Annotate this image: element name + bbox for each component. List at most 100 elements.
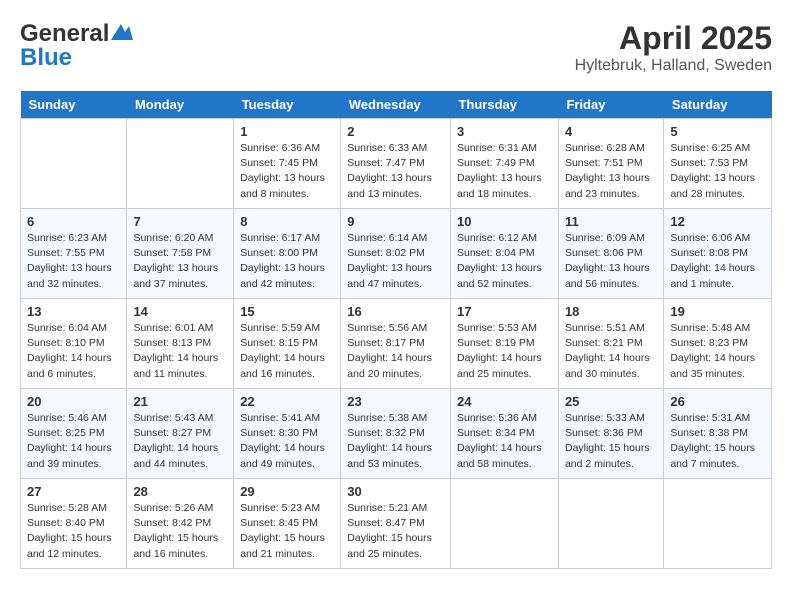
calendar-cell: 3Sunrise: 6:31 AM Sunset: 7:49 PM Daylig… — [450, 119, 558, 209]
day-info: Sunrise: 6:01 AM Sunset: 8:13 PM Dayligh… — [133, 321, 227, 382]
day-number: 6 — [27, 214, 120, 229]
day-info: Sunrise: 5:28 AM Sunset: 8:40 PM Dayligh… — [27, 501, 120, 562]
logo-blue: Blue — [20, 44, 72, 72]
day-info: Sunrise: 5:21 AM Sunset: 8:47 PM Dayligh… — [347, 501, 444, 562]
calendar-table: SundayMondayTuesdayWednesdayThursdayFrid… — [20, 91, 772, 569]
day-number: 9 — [347, 214, 444, 229]
calendar-cell — [21, 119, 127, 209]
day-number: 13 — [27, 304, 120, 319]
calendar-cell: 1 Sunrise: 6:36 AM Sunset: 7:45 PM Daylig… — [234, 119, 341, 209]
calendar-week-2: 6 Sunrise: 6:23 AM Sunset: 7:55 PM Daylig… — [21, 209, 772, 299]
weekday-header-row: SundayMondayTuesdayWednesdayThursdayFrid… — [21, 91, 772, 119]
calendar-week-4: 20 Sunrise: 5:46 AM Sunset: 8:25 PM Dayli… — [21, 389, 772, 479]
day-info: Sunrise: 5:48 AM Sunset: 8:23 PM Dayligh… — [670, 321, 765, 382]
day-info: Sunrise: 6:25 AM Sunset: 7:53 PM Dayligh… — [670, 141, 765, 202]
calendar-cell: 29Sunrise: 5:23 AM Sunset: 8:45 PM Dayli… — [234, 479, 341, 569]
calendar-cell — [558, 479, 663, 569]
calendar-cell: 11 Sunrise: 6:09 AM Sunset: 8:06 PM Dayli… — [558, 209, 663, 299]
calendar-cell: 9 Sunrise: 6:14 AM Sunset: 8:02 PM Daylig… — [341, 209, 451, 299]
month-title: April 2025 — [575, 20, 772, 57]
day-info: Sunrise: 5:46 AM Sunset: 8:25 PM Dayligh… — [27, 411, 120, 472]
calendar-cell: 23 Sunrise: 5:38 AM Sunset: 8:32 PM Dayli… — [341, 389, 451, 479]
day-info: Sunrise: 6:14 AM Sunset: 8:02 PM Dayligh… — [347, 231, 444, 292]
calendar-cell: 8 Sunrise: 6:17 AM Sunset: 8:00 PM Daylig… — [234, 209, 341, 299]
day-info: Sunrise: 5:43 AM Sunset: 8:27 PM Dayligh… — [133, 411, 227, 472]
calendar-cell: 2Sunrise: 6:33 AM Sunset: 7:47 PM Daylig… — [341, 119, 451, 209]
day-info: Sunrise: 5:51 AM Sunset: 8:21 PM Dayligh… — [565, 321, 657, 382]
day-info: Sunrise: 6:06 AM Sunset: 8:08 PM Dayligh… — [670, 231, 765, 292]
day-number: 11 — [565, 214, 657, 229]
day-info: Sunrise: 6:33 AM Sunset: 7:47 PM Dayligh… — [347, 141, 444, 202]
day-info: Sunrise: 6:17 AM Sunset: 8:00 PM Dayligh… — [240, 231, 334, 292]
calendar-cell: 6 Sunrise: 6:23 AM Sunset: 7:55 PM Daylig… — [21, 209, 127, 299]
weekday-thursday: Thursday — [450, 91, 558, 119]
day-number: 19 — [670, 304, 765, 319]
weekday-wednesday: Wednesday — [341, 91, 451, 119]
calendar-cell: 26 Sunrise: 5:31 AM Sunset: 8:38 PM Dayli… — [664, 389, 772, 479]
day-info: Sunrise: 5:53 AM Sunset: 8:19 PM Dayligh… — [457, 321, 552, 382]
day-info: Sunrise: 6:12 AM Sunset: 8:04 PM Dayligh… — [457, 231, 552, 292]
day-info: Sunrise: 6:36 AM Sunset: 7:45 PM Dayligh… — [240, 141, 334, 202]
calendar-cell: 25 Sunrise: 5:33 AM Sunset: 8:36 PM Dayli… — [558, 389, 663, 479]
day-info: Sunrise: 6:23 AM Sunset: 7:55 PM Dayligh… — [27, 231, 120, 292]
calendar-cell: 22 Sunrise: 5:41 AM Sunset: 8:30 PM Dayli… — [234, 389, 341, 479]
calendar-cell: 21 Sunrise: 5:43 AM Sunset: 8:27 PM Dayli… — [127, 389, 234, 479]
day-number: 8 — [240, 214, 334, 229]
title-area: April 2025 Hyltebruk, Halland, Sweden — [575, 20, 772, 75]
day-number: 1 — [240, 124, 334, 139]
day-info: Sunrise: 6:28 AM Sunset: 7:51 PM Dayligh… — [565, 141, 657, 202]
day-number: 3 — [457, 124, 552, 139]
day-number: 5 — [670, 124, 765, 139]
weekday-sunday: Sunday — [21, 91, 127, 119]
day-info: Sunrise: 5:56 AM Sunset: 8:17 PM Dayligh… — [347, 321, 444, 382]
calendar-cell: 12 Sunrise: 6:06 AM Sunset: 8:08 PM Dayli… — [664, 209, 772, 299]
logo-bird-icon — [111, 22, 133, 40]
calendar-cell: 4Sunrise: 6:28 AM Sunset: 7:51 PM Daylig… — [558, 119, 663, 209]
day-number: 20 — [27, 394, 120, 409]
day-info: Sunrise: 6:09 AM Sunset: 8:06 PM Dayligh… — [565, 231, 657, 292]
calendar-body: 1 Sunrise: 6:36 AM Sunset: 7:45 PM Daylig… — [21, 119, 772, 569]
calendar-cell: 27 Sunrise: 5:28 AM Sunset: 8:40 PM Dayli… — [21, 479, 127, 569]
weekday-tuesday: Tuesday — [234, 91, 341, 119]
calendar-cell: 17Sunrise: 5:53 AM Sunset: 8:19 PM Dayli… — [450, 299, 558, 389]
day-number: 22 — [240, 394, 334, 409]
day-info: Sunrise: 5:31 AM Sunset: 8:38 PM Dayligh… — [670, 411, 765, 472]
logo: General Blue — [20, 20, 133, 72]
calendar-cell — [664, 479, 772, 569]
day-number: 27 — [27, 484, 120, 499]
day-number: 23 — [347, 394, 444, 409]
day-number: 26 — [670, 394, 765, 409]
calendar-cell: 15Sunrise: 5:59 AM Sunset: 8:15 PM Dayli… — [234, 299, 341, 389]
weekday-saturday: Saturday — [664, 91, 772, 119]
page-header: General Blue April 2025 Hyltebruk, Halla… — [20, 20, 772, 75]
calendar-cell: 24Sunrise: 5:36 AM Sunset: 8:34 PM Dayli… — [450, 389, 558, 479]
calendar-cell: 7Sunrise: 6:20 AM Sunset: 7:58 PM Daylig… — [127, 209, 234, 299]
day-info: Sunrise: 5:23 AM Sunset: 8:45 PM Dayligh… — [240, 501, 334, 562]
day-info: Sunrise: 5:33 AM Sunset: 8:36 PM Dayligh… — [565, 411, 657, 472]
day-number: 12 — [670, 214, 765, 229]
day-number: 18 — [565, 304, 657, 319]
day-info: Sunrise: 5:41 AM Sunset: 8:30 PM Dayligh… — [240, 411, 334, 472]
day-info: Sunrise: 5:38 AM Sunset: 8:32 PM Dayligh… — [347, 411, 444, 472]
calendar-cell: 5 Sunrise: 6:25 AM Sunset: 7:53 PM Daylig… — [664, 119, 772, 209]
day-info: Sunrise: 5:59 AM Sunset: 8:15 PM Dayligh… — [240, 321, 334, 382]
calendar-cell: 16Sunrise: 5:56 AM Sunset: 8:17 PM Dayli… — [341, 299, 451, 389]
calendar-week-3: 13 Sunrise: 6:04 AM Sunset: 8:10 PM Dayli… — [21, 299, 772, 389]
weekday-monday: Monday — [127, 91, 234, 119]
calendar-cell — [450, 479, 558, 569]
calendar-cell: 20 Sunrise: 5:46 AM Sunset: 8:25 PM Dayli… — [21, 389, 127, 479]
day-info: Sunrise: 5:36 AM Sunset: 8:34 PM Dayligh… — [457, 411, 552, 472]
day-info: Sunrise: 6:04 AM Sunset: 8:10 PM Dayligh… — [27, 321, 120, 382]
day-number: 25 — [565, 394, 657, 409]
calendar-cell: 13 Sunrise: 6:04 AM Sunset: 8:10 PM Dayli… — [21, 299, 127, 389]
calendar-cell: 10 Sunrise: 6:12 AM Sunset: 8:04 PM Dayli… — [450, 209, 558, 299]
day-number: 28 — [133, 484, 227, 499]
weekday-friday: Friday — [558, 91, 663, 119]
calendar-cell: 28 Sunrise: 5:26 AM Sunset: 8:42 PM Dayli… — [127, 479, 234, 569]
day-number: 21 — [133, 394, 227, 409]
calendar-cell: 18 Sunrise: 5:51 AM Sunset: 8:21 PM Dayli… — [558, 299, 663, 389]
day-number: 30 — [347, 484, 444, 499]
day-info: Sunrise: 6:20 AM Sunset: 7:58 PM Dayligh… — [133, 231, 227, 292]
day-info: Sunrise: 5:26 AM Sunset: 8:42 PM Dayligh… — [133, 501, 227, 562]
day-number: 10 — [457, 214, 552, 229]
